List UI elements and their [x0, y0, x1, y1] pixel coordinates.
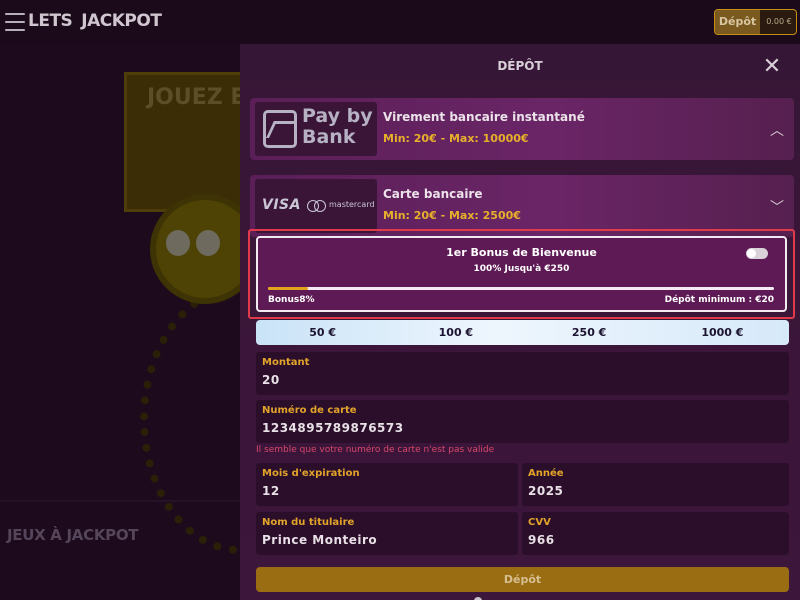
promo-banner-text: JOUEZ ET — [147, 85, 240, 110]
welcome-bonus-card[interactable]: 1er Bonus de Bienvenue 100% Jusqu'à €250… — [256, 236, 787, 312]
submit-deposit-button[interactable]: Dépôt — [256, 567, 789, 592]
logo-text-left: LETS — [28, 11, 73, 31]
method-name: Virement bancaire instantané — [383, 110, 585, 124]
toggle-knob — [747, 249, 756, 258]
paybybank-logo: Pay by Bank — [255, 102, 377, 156]
amount-option[interactable]: 100 € — [389, 320, 522, 345]
deposit-modal: DÉPÔT ✕ Pay by Bank Virement bancaire in… — [240, 44, 800, 600]
modal-title: DÉPÔT — [497, 59, 543, 73]
payment-method-paybybank[interactable]: Pay by Bank Virement bancaire instantané… — [250, 98, 794, 160]
mascot-eye — [196, 230, 220, 256]
menu-icon[interactable] — [5, 13, 25, 31]
payment-method-card[interactable]: VISA mastercard Carte bancaire Min: 20€ … — [250, 175, 794, 237]
field-label: Numéro de carte — [262, 405, 357, 416]
bonus-subtitle: 100% Jusqu'à €250 — [473, 264, 570, 274]
wheel-graphic — [140, 284, 240, 554]
quick-amounts: 50 € 100 € 250 € 1000 € — [256, 320, 789, 345]
brand-logo[interactable]: LETS JACKPOT — [28, 11, 162, 31]
logo-text-right: JACKPOT — [81, 11, 162, 31]
background-page: JOUEZ ET JEUX À JACKPOT — [0, 44, 240, 600]
bank-transfer-icon — [263, 110, 297, 148]
field-value[interactable]: Prince Monteiro — [262, 533, 377, 547]
bonus-highlight: 1er Bonus de Bienvenue 100% Jusqu'à €250… — [248, 229, 795, 319]
mastercard-logo-text: mastercard — [329, 200, 375, 209]
field-value[interactable]: 966 — [528, 533, 555, 547]
field-value[interactable]: 1234895789876573 — [262, 421, 404, 435]
field-label: CVV — [528, 517, 551, 528]
field-value[interactable]: 20 — [262, 373, 280, 387]
amount-field[interactable]: Montant 20 — [256, 352, 789, 395]
mastercard-icon — [307, 200, 329, 212]
method-limits: Min: 20€ - Max: 2500€ — [383, 209, 521, 222]
cardholder-name-field[interactable]: Nom du titulaire Prince Monteiro — [256, 512, 518, 555]
bonus-toggle[interactable] — [746, 248, 768, 259]
bonus-min-deposit: Dépôt minimum : €20 — [664, 295, 774, 305]
field-label: Année — [528, 468, 564, 479]
visa-logo: VISA — [262, 197, 301, 213]
card-number-error: Il semble que votre numéro de carte n'es… — [256, 445, 495, 455]
expiry-month-field[interactable]: Mois d'expiration 12 — [256, 463, 518, 506]
header-deposit-button[interactable]: Dépôt — [715, 10, 760, 34]
bonus-progress-bar — [268, 287, 774, 290]
top-header: LETS JACKPOT Dépôt 0.00 € — [0, 0, 800, 44]
mascot-eye — [166, 230, 190, 256]
paybybank-logo-line1: Pay by — [302, 105, 373, 127]
close-icon[interactable]: ✕ — [760, 55, 784, 79]
method-name: Carte bancaire — [383, 187, 483, 201]
paybybank-logo-line2: Bank — [302, 126, 356, 148]
chevron-up-icon[interactable]: ︿ — [770, 120, 784, 140]
bonus-progress-fill — [268, 287, 309, 290]
balance-display: 0.00 € — [766, 17, 792, 26]
amount-option[interactable]: 1000 € — [656, 320, 789, 345]
promo-banner: JOUEZ ET — [124, 72, 240, 212]
cvv-field[interactable]: CVV 966 — [522, 512, 789, 555]
method-limits: Min: 20€ - Max: 10000€ — [383, 132, 529, 145]
field-label: Montant — [262, 357, 310, 368]
field-value[interactable]: 12 — [262, 484, 280, 498]
card-number-field[interactable]: Numéro de carte 1234895789876573 — [256, 400, 789, 443]
card-logo: VISA mastercard — [255, 179, 377, 233]
divider — [0, 500, 240, 502]
expiry-year-field[interactable]: Année 2025 — [522, 463, 789, 506]
chevron-down-icon[interactable]: ﹀ — [770, 197, 784, 217]
amount-option[interactable]: 50 € — [256, 320, 389, 345]
bonus-title: 1er Bonus de Bienvenue — [446, 246, 597, 259]
field-label: Nom du titulaire — [262, 517, 355, 528]
header-deposit-group: Dépôt 0.00 € — [714, 9, 797, 35]
field-value[interactable]: 2025 — [528, 484, 563, 498]
amount-option[interactable]: 250 € — [523, 320, 656, 345]
section-title: JEUX À JACKPOT — [7, 526, 139, 544]
field-label: Mois d'expiration — [262, 468, 360, 479]
paybybank-logo-text: Pay by Bank — [302, 106, 373, 148]
bonus-progress-label: Bonus8% — [268, 295, 315, 305]
